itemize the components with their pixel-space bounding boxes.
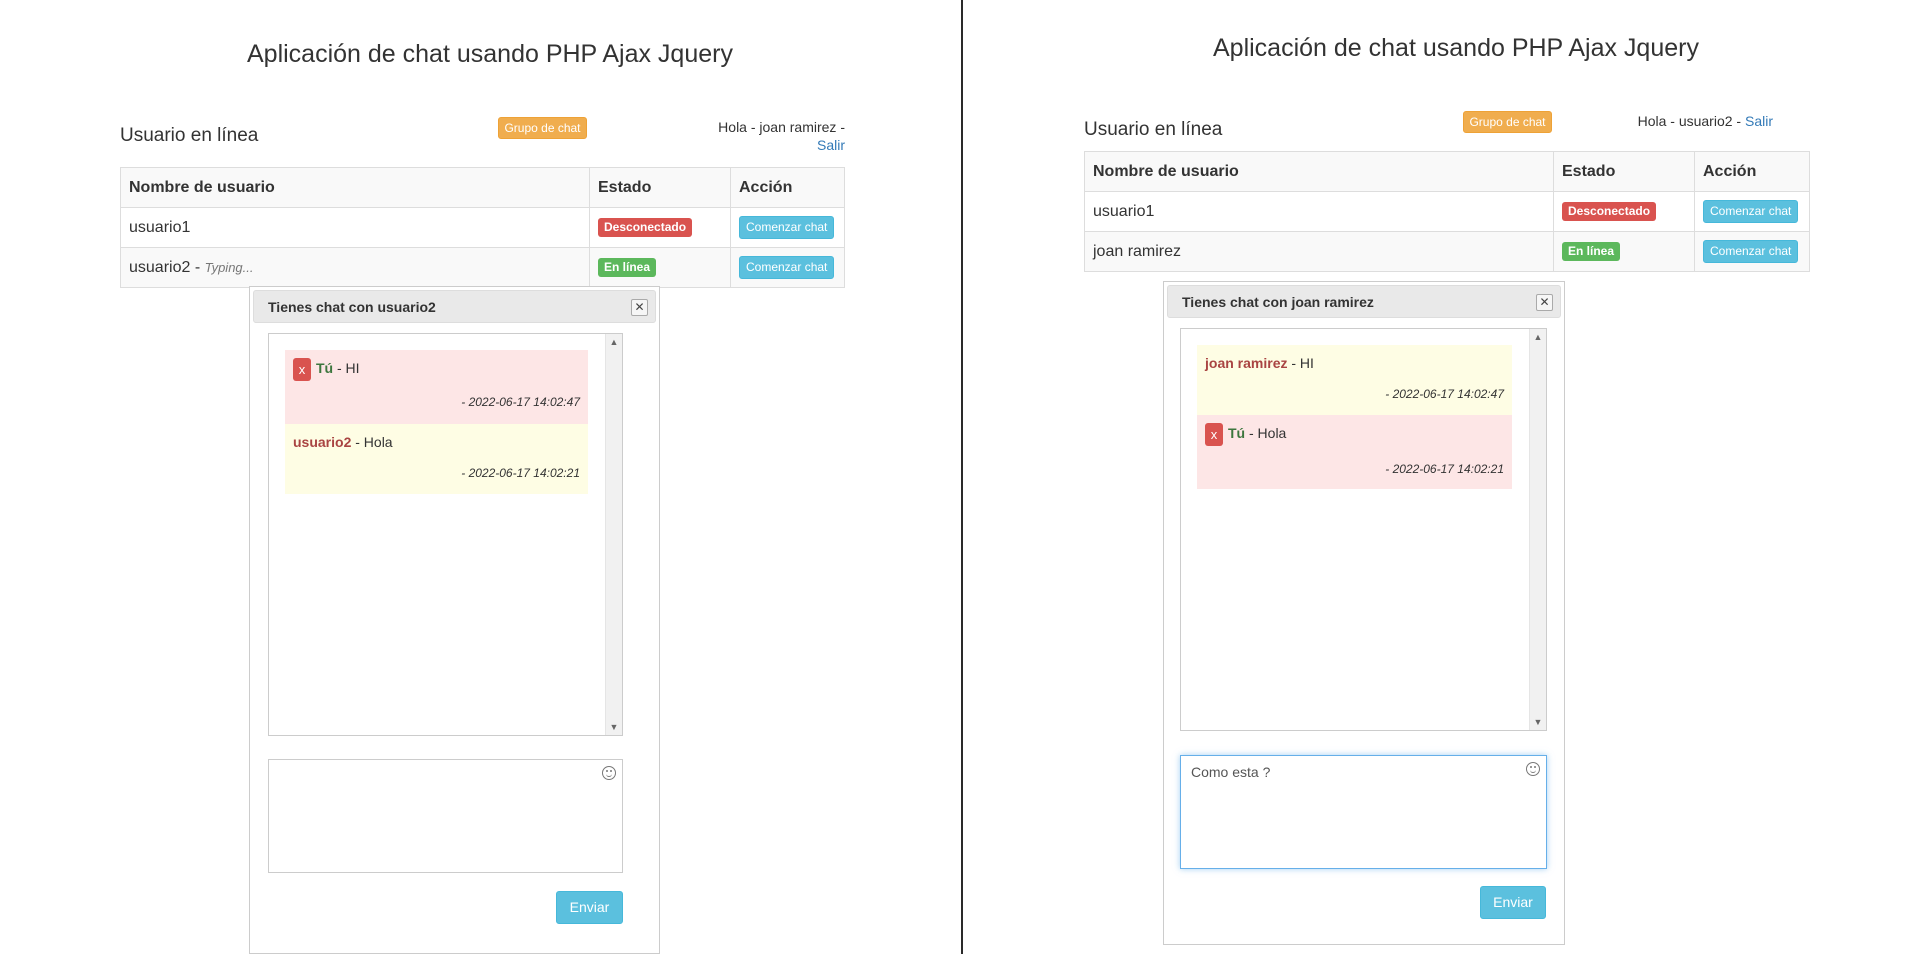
username-cell: usuario1 (1084, 191, 1554, 232)
message-input[interactable]: Como esta ? (1180, 755, 1547, 869)
message-author: Tú (316, 360, 334, 377)
close-icon[interactable]: ✕ (1536, 294, 1553, 311)
message-timestamp: - 2022-06-17 14:02:47 (1385, 387, 1504, 401)
status-cell: Desconectado (589, 207, 731, 248)
username: usuario2 (129, 258, 191, 276)
message-text: - Hola (1249, 425, 1287, 442)
status-cell: En línea (589, 247, 731, 288)
delete-message-button[interactable]: x (1205, 423, 1223, 446)
message-text: - Hola (355, 434, 393, 450)
chat-dialog-header[interactable]: Tienes chat con joan ramirez ✕ (1167, 285, 1561, 318)
start-chat-button[interactable]: Comenzar chat (739, 256, 835, 279)
message-text: - HI (337, 360, 360, 377)
page-title: Aplicación de chat usando PHP Ajax Jquer… (1213, 34, 1699, 62)
status-badge: Desconectado (598, 218, 693, 237)
greeting-text: Hola - joan ramirez - (718, 119, 845, 135)
table-row: usuario2 - Typing... En línea Comenzar c… (120, 247, 845, 288)
username-cell: usuario2 - Typing... (120, 247, 590, 288)
column-header-status: Estado (589, 167, 731, 208)
scroll-up-icon[interactable]: ▲ (606, 334, 622, 350)
message-timestamp: - 2022-06-17 14:02:47 (461, 395, 580, 409)
chat-dialog: Tienes chat con usuario2 ✕ x Tú - HI - 20… (249, 286, 660, 954)
online-users-heading: Usuario en línea (120, 125, 259, 146)
chat-dialog-title: Tienes chat con joan ramirez (1182, 294, 1374, 310)
table-row: usuario1 Desconectado Comenzar chat (120, 207, 845, 248)
message-timestamp: - 2022-06-17 14:02:21 (1385, 462, 1504, 476)
start-chat-button[interactable]: Comenzar chat (739, 216, 835, 239)
send-button[interactable]: Enviar (556, 891, 623, 924)
message-text: - HI (1291, 355, 1314, 371)
users-table: Nombre de usuario Estado Acción usuario1… (120, 167, 845, 288)
message-author: joan ramirez (1205, 355, 1288, 371)
message-timestamp: - 2022-06-17 14:02:21 (461, 466, 580, 480)
smiley-icon[interactable] (1526, 762, 1540, 776)
start-chat-button[interactable]: Comenzar chat (1703, 200, 1799, 223)
greeting: Hola - usuario2 - Salir (1493, 113, 1773, 129)
status-cell: Desconectado (1553, 191, 1695, 232)
table-row: usuario1 Desconectado Comenzar chat (1084, 191, 1810, 232)
action-cell: Comenzar chat (1694, 231, 1810, 272)
table-header-row: Nombre de usuario Estado Acción (1084, 151, 1810, 192)
chat-message: usuario2 - Hola - 2022-06-17 14:02:21 (285, 424, 588, 494)
greeting-text: Hola - usuario2 - (1637, 113, 1742, 129)
column-header-username: Nombre de usuario (1084, 151, 1554, 192)
start-chat-button[interactable]: Comenzar chat (1703, 240, 1799, 263)
action-cell: Comenzar chat (1694, 191, 1810, 232)
page-title: Aplicación de chat usando PHP Ajax Jquer… (247, 40, 733, 68)
chat-dialog-header[interactable]: Tienes chat con usuario2 ✕ (253, 290, 656, 323)
status-badge: Desconectado (1562, 202, 1657, 221)
chat-message: x Tú - Hola - 2022-06-17 14:02:21 (1197, 415, 1512, 489)
online-users-heading: Usuario en línea (1084, 119, 1223, 140)
logout-link[interactable]: Salir (817, 137, 845, 153)
chat-scrollbar[interactable]: ▲ ▼ (1529, 329, 1546, 730)
group-chat-button[interactable]: Grupo de chat (498, 117, 587, 139)
column-header-action: Acción (1694, 151, 1810, 192)
chat-message: x Tú - HI - 2022-06-17 14:02:47 (285, 350, 588, 424)
greeting: Hola - joan ramirez - Salir (645, 119, 845, 153)
typing-indicator: Typing... (204, 259, 254, 275)
message-input[interactable] (268, 759, 623, 873)
scroll-up-icon[interactable]: ▲ (1530, 329, 1546, 345)
logout-link[interactable]: Salir (1745, 113, 1773, 129)
action-cell: Comenzar chat (730, 247, 845, 288)
smiley-icon[interactable] (602, 766, 616, 780)
right-browser-pane: Aplicación de chat usando PHP Ajax Jquer… (963, 0, 1917, 954)
left-browser-pane: Aplicación de chat usando PHP Ajax Jquer… (0, 0, 961, 954)
table-header-row: Nombre de usuario Estado Acción (120, 167, 845, 208)
username-cell: usuario1 (120, 207, 590, 248)
send-button[interactable]: Enviar (1480, 886, 1546, 919)
column-header-username: Nombre de usuario (120, 167, 590, 208)
column-header-action: Acción (730, 167, 845, 208)
close-icon[interactable]: ✕ (631, 299, 648, 316)
username: usuario1 (1093, 202, 1155, 220)
username: joan ramirez (1093, 242, 1182, 260)
users-table: Nombre de usuario Estado Acción usuario1… (1084, 151, 1810, 272)
chat-history[interactable]: x Tú - HI - 2022-06-17 14:02:47 usuario2 … (268, 333, 623, 736)
message-input-value: Como esta ? (1191, 764, 1271, 780)
column-header-status: Estado (1553, 151, 1695, 192)
chat-history[interactable]: joan ramirez - HI - 2022-06-17 14:02:47 … (1180, 328, 1547, 731)
status-badge: En línea (598, 258, 657, 277)
username: usuario1 (129, 218, 191, 236)
action-cell: Comenzar chat (730, 207, 845, 248)
username-cell: joan ramirez (1084, 231, 1554, 272)
chat-scrollbar[interactable]: ▲ ▼ (605, 334, 622, 735)
chat-dialog: Tienes chat con joan ramirez ✕ joan rami… (1163, 281, 1565, 945)
chat-message: joan ramirez - HI - 2022-06-17 14:02:47 (1197, 345, 1512, 415)
scroll-down-icon[interactable]: ▼ (1530, 714, 1546, 730)
chat-dialog-title: Tienes chat con usuario2 (268, 299, 436, 315)
delete-message-button[interactable]: x (293, 358, 311, 381)
status-cell: En línea (1553, 231, 1695, 272)
message-author: usuario2 (293, 434, 352, 450)
message-author: Tú (1228, 425, 1246, 442)
scroll-down-icon[interactable]: ▼ (606, 719, 622, 735)
status-badge: En línea (1562, 242, 1621, 261)
table-row: joan ramirez En línea Comenzar chat (1084, 231, 1810, 272)
